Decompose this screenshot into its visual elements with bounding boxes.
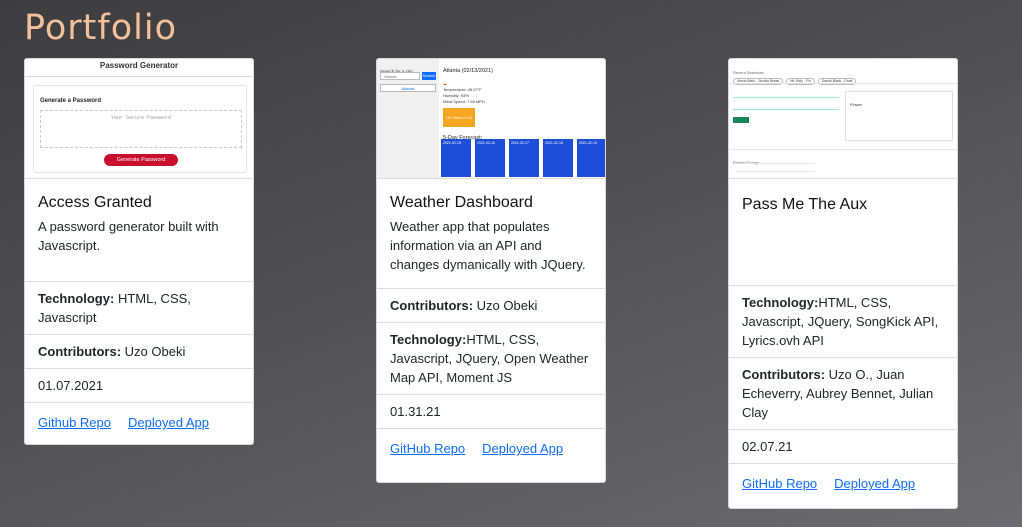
preview-sidebar: Search for a city: Atlanta Search Atlant… xyxy=(377,59,439,178)
contributors-row: Contributors: Uzo Obeki xyxy=(25,334,253,368)
preview-song-field xyxy=(733,105,839,110)
forecast-card: 2021-02-19 xyxy=(577,139,605,177)
preview-forecast-cards: 2021-02-15 2021-02-16 2021-02-17 2021-02… xyxy=(441,139,605,177)
project-date: 02.07.21 xyxy=(742,439,793,454)
contributors-label: Contributors: xyxy=(390,298,474,313)
preview-city: Atlanta (02/13/2021) xyxy=(443,68,493,74)
preview-divider xyxy=(735,171,815,172)
project-date: 01.07.2021 xyxy=(38,378,104,393)
technology-label: Technology: xyxy=(742,295,819,310)
preview-lyrics-title: Flower xyxy=(850,102,863,107)
forecast-card: 2021-02-18 xyxy=(543,139,573,177)
preview-current-weather: Atlanta (02/13/2021) ☁ Temperature: 45.0… xyxy=(443,62,603,127)
project-card-pass-me-the-aux: Recent Searches Alexis Blain - Smoke Bre… xyxy=(728,58,958,509)
deployed-app-link[interactable]: Deployed App xyxy=(482,439,563,458)
preview-search-input: Atlanta xyxy=(380,72,420,80)
deployed-app-link[interactable]: Deployed App xyxy=(834,474,915,493)
project-preview-image: Password Generator Generate a Password Y… xyxy=(25,59,253,179)
technology-row: Technology:HTML, CSS, Javascript, JQuery… xyxy=(729,285,957,357)
technology-row: Technology:HTML, CSS, Javascript, JQuery… xyxy=(377,322,605,394)
project-date: 01.31.21 xyxy=(390,404,441,419)
github-repo-link[interactable]: GitHub Repo xyxy=(742,474,817,493)
preview-password-area: Your Secure Password xyxy=(40,110,242,148)
preview-wind: Wind Speed: 7.65 MPH xyxy=(443,99,485,104)
card-title: Weather Dashboard xyxy=(390,194,533,211)
project-preview-image: Recent Searches Alexis Blain - Smoke Bre… xyxy=(729,59,957,179)
project-card-access-granted: Password Generator Generate a Password Y… xyxy=(24,58,254,445)
preview-lyrics-panel: Flower xyxy=(845,91,953,141)
preview-search-button: Search xyxy=(422,72,436,80)
preview-heading: Generate a Password xyxy=(40,98,102,104)
contributors-value: Uzo Obeki xyxy=(124,344,186,359)
preview-divider xyxy=(729,83,957,84)
technology-label: Technology: xyxy=(390,332,467,347)
forecast-card: 2021-02-15 xyxy=(441,139,471,177)
preview-header: Password Generator xyxy=(25,59,253,77)
technology-label: Technology: xyxy=(38,291,115,306)
card-links: Github Repo Deployed App xyxy=(25,402,253,442)
contributors-row: Contributors: Uzo O., Juan Echeverry, Au… xyxy=(729,357,957,429)
technology-row: Technology: HTML, CSS, Javascript xyxy=(25,281,253,334)
contributors-label: Contributors: xyxy=(38,344,122,359)
preview-history-item: Atlanta xyxy=(380,84,436,92)
card-title: Access Granted xyxy=(38,194,152,211)
forecast-card: 2021-02-17 xyxy=(509,139,539,177)
project-preview-image: Search for a city: Atlanta Search Atlant… xyxy=(377,59,605,179)
deployed-app-link[interactable]: Deployed App xyxy=(128,413,209,432)
card-description: Weather app that populates information v… xyxy=(390,219,586,272)
preview-chips: Alexis Blain - Smoke Break Mr. Kitty - Fi… xyxy=(733,71,859,90)
preview-divider xyxy=(729,149,957,150)
card-links: GitHub Repo Deployed App xyxy=(729,463,957,503)
card-links: GitHub Repo Deployed App xyxy=(377,428,605,468)
card-description: A password generator built with Javascri… xyxy=(38,219,219,253)
github-repo-link[interactable]: GitHub Repo xyxy=(390,439,465,458)
preview-search-button xyxy=(733,117,749,123)
contributors-row: Contributors: Uzo Obeki xyxy=(377,288,605,322)
preview-divider xyxy=(735,163,815,164)
contributors-label: Contributors: xyxy=(742,367,826,382)
date-row: 01.31.21 xyxy=(377,394,605,428)
forecast-card: 2021-02-16 xyxy=(475,139,505,177)
preview-artist-field xyxy=(733,93,839,98)
page-title: Portfolio xyxy=(24,8,177,48)
date-row: 02.07.21 xyxy=(729,429,957,463)
preview-panel: Generate a Password Your Secure Password… xyxy=(33,85,247,173)
card-title: Pass Me The Aux xyxy=(742,196,868,213)
preview-uv-badge: UV Index: 0.11 xyxy=(443,108,476,127)
preview-generate-button: Generate Password xyxy=(104,154,178,166)
project-card-weather-dashboard: Search for a city: Atlanta Search Atlant… xyxy=(376,58,606,483)
date-row: 01.07.2021 xyxy=(25,368,253,402)
github-repo-link[interactable]: Github Repo xyxy=(38,413,111,432)
contributors-value: Uzo Obeki xyxy=(473,298,538,313)
